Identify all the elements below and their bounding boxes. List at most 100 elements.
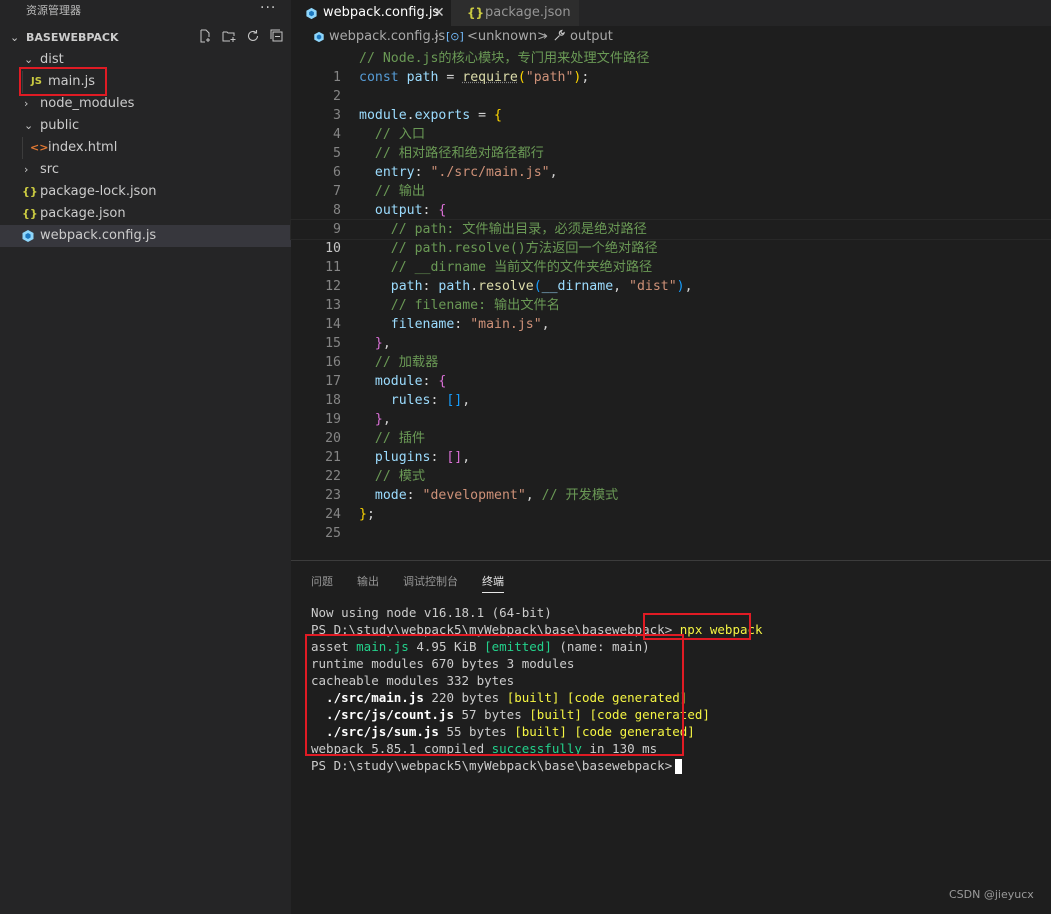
tab-terminal[interactable]: 终端	[482, 573, 504, 593]
webpack-file-icon	[313, 31, 325, 46]
code-line: 11 // path.resolve()方法返回一个绝对路径	[291, 239, 1051, 275]
tree-item-label: index.html	[48, 140, 118, 155]
tree-folder-node-modules[interactable]: › node_modules	[0, 93, 291, 115]
tab-webpack-config-js[interactable]: webpack.config.js ✕	[291, 0, 451, 26]
code-comment: // 输出	[374, 184, 426, 199]
terminal-line: Now using node v16.18.1 (64-bit)	[311, 605, 552, 620]
code-line: 6 // 相对路径和绝对路径都行	[291, 144, 1051, 180]
tree-file-package-lock-json[interactable]: {} package-lock.json	[0, 181, 291, 203]
terminal-line: PS D:\study\webpack5\myWebpack\base\base…	[311, 757, 683, 774]
code-property: rules	[390, 393, 431, 408]
code-punct: ,	[462, 393, 471, 408]
code-variable: path	[438, 279, 471, 294]
code-punct: :	[430, 393, 447, 408]
chevron-right-icon: ›	[543, 29, 549, 44]
code-comment: // 开发模式	[541, 488, 619, 503]
code-punct: ;	[581, 70, 590, 85]
tree-file-webpack-config-js[interactable]: webpack.config.js	[0, 225, 291, 247]
code-comment: // filename: 输出文件名	[390, 298, 560, 313]
tab-debug-console[interactable]: 调试控制台	[403, 573, 458, 593]
code-operator: =	[470, 108, 494, 123]
code-string: "./src/main.js"	[430, 165, 550, 180]
code-property: plugins	[374, 450, 431, 465]
tree-folder-src[interactable]: › src	[0, 159, 291, 181]
code-line: 20 },	[291, 410, 1051, 446]
code-line: 23 // 模式	[291, 467, 1051, 503]
tree-file-package-json[interactable]: {} package.json	[0, 203, 291, 225]
code-line: 7 entry: "./src/main.js",	[291, 163, 1051, 199]
code-punct: :	[422, 203, 439, 218]
code-comment: // path: 文件输出目录，必须是绝对路径	[390, 222, 647, 237]
code-editor[interactable]: 1 // Node.js的核心模块，专门用来处理文件路径 2 const pat…	[290, 48, 1051, 548]
code-punct: ;	[366, 507, 375, 522]
code-punct: :	[430, 450, 447, 465]
code-comment: // 模式	[374, 469, 426, 484]
tree-folder-public[interactable]: ⌄ public	[0, 115, 291, 137]
code-line-current: 10 // path: 文件输出目录，必须是绝对路径	[290, 219, 1051, 256]
tab-label: webpack.config.js	[323, 5, 440, 20]
line-number: 25	[325, 526, 341, 541]
code-comment: // 相对路径和绝对路径都行	[374, 146, 544, 161]
explorer-sidebar: 资源管理器 ··· ⌄ BASEWEBPACK ⌄ dist JS main.j…	[0, 0, 291, 914]
code-punct: ,	[382, 336, 391, 351]
json-file-icon: {}	[467, 6, 485, 20]
code-line: 24 mode: "development", // 开发模式	[291, 486, 1051, 522]
code-line: 8 // 输出	[291, 182, 1051, 218]
close-icon[interactable]: ✕	[433, 2, 445, 24]
code-line: 25 };	[291, 505, 1051, 541]
code-comment: // Node.js的核心模块，专门用来处理文件路径	[359, 51, 650, 66]
chevron-down-icon: ⌄	[10, 31, 20, 44]
webpack-file-icon	[21, 229, 35, 248]
tab-package-json[interactable]: {} package.json	[451, 0, 579, 26]
terminal-cursor	[675, 759, 683, 774]
code-comment: // __dirname 当前文件的文件夹绝对路径	[390, 260, 653, 275]
code-line: 1 // Node.js的核心模块，专门用来处理文件路径	[291, 49, 1051, 85]
tab-problems[interactable]: 问题	[311, 573, 333, 593]
breadcrumb-symbol[interactable]: <unknown>	[467, 26, 548, 48]
code-property: output	[374, 203, 423, 218]
code-line: 19 rules: [],	[291, 391, 1051, 427]
json-file-icon: {}	[22, 207, 38, 220]
code-line: 15 filename: "main.js",	[291, 315, 1051, 351]
tab-output[interactable]: 输出	[357, 573, 379, 593]
code-comment: // 加载器	[374, 355, 439, 370]
code-property: path	[390, 279, 423, 294]
code-property: entry	[374, 165, 415, 180]
breadcrumb-property[interactable]: output	[570, 26, 613, 48]
explorer-title: 资源管理器	[26, 4, 81, 17]
code-punct: .	[470, 279, 479, 294]
code-string: "dist"	[629, 279, 677, 294]
code-string: "main.js"	[470, 317, 542, 332]
code-line: 4 module.exports = {	[291, 106, 1051, 142]
tree-item-label: src	[40, 162, 59, 177]
code-punct: :	[406, 488, 423, 503]
code-function: require	[462, 70, 518, 85]
code-punct: :	[414, 165, 431, 180]
breadcrumb: webpack.config.js › [⊙] <unknown> › outp…	[291, 26, 1051, 48]
tree-file-index-html[interactable]: <> index.html	[0, 137, 291, 159]
code-line: 5 // 入口	[291, 125, 1051, 161]
code-punct: ,	[541, 317, 550, 332]
more-actions-icon[interactable]: ···	[260, 0, 276, 16]
chevron-right-icon: ›	[434, 29, 440, 44]
html-file-icon: <>	[30, 141, 49, 154]
code-punct: ,	[382, 412, 391, 427]
code-line: 9 output: {	[291, 201, 1051, 237]
code-variable: exports	[414, 108, 471, 123]
highlight-box	[305, 634, 684, 756]
code-comment: // 插件	[374, 431, 426, 446]
json-file-icon: {}	[22, 185, 38, 198]
code-line: 14 // filename: 输出文件名	[291, 296, 1051, 332]
collapse-all-icon[interactable]	[269, 29, 285, 47]
code-punct: ,	[613, 279, 630, 294]
tree-item-label: package-lock.json	[40, 184, 157, 199]
highlight-box	[19, 67, 107, 96]
code-line: 18 module: {	[291, 372, 1051, 408]
new-folder-icon[interactable]	[221, 29, 237, 47]
new-file-icon[interactable]	[197, 29, 213, 47]
refresh-icon[interactable]	[245, 29, 261, 47]
workspace-header[interactable]: ⌄ BASEWEBPACK	[0, 29, 291, 47]
code-line: 21 // 插件	[291, 429, 1051, 465]
code-comment: // path.resolve()方法返回一个绝对路径	[390, 241, 658, 256]
breadcrumb-file[interactable]: webpack.config.js	[329, 26, 445, 48]
